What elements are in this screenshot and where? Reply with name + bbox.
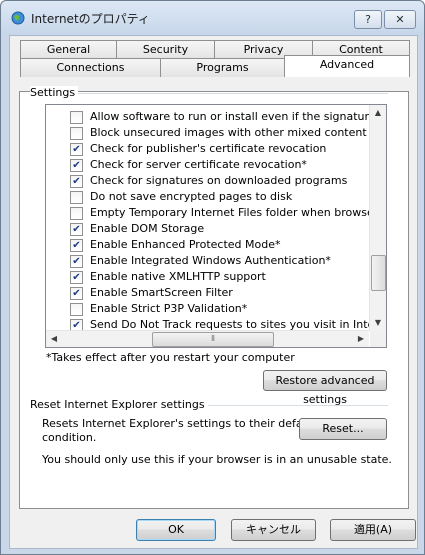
window-title: Internetのプロパティ — [31, 12, 150, 26]
reset-description-line1: Resets Internet Explorer's settings to t… — [42, 417, 317, 430]
tab-advanced[interactable]: Advanced — [284, 55, 410, 77]
apply-button[interactable]: 適用(A) — [330, 519, 416, 541]
vertical-scroll-thumb[interactable] — [371, 255, 386, 291]
checkbox[interactable] — [70, 191, 83, 204]
settings-listbox[interactable]: Allow software to run or install even if… — [45, 104, 387, 348]
help-button[interactable]: ? — [354, 10, 382, 29]
setting-item[interactable]: ✔ Enable native XMLHTTP support — [70, 269, 266, 285]
internet-globe-icon — [11, 11, 25, 25]
title-bar[interactable]: Internetのプロパティ ? ✕ — [1, 1, 424, 35]
settings-list-content: Allow software to run or install even if… — [46, 105, 369, 331]
tab-connections[interactable]: Connections — [20, 58, 161, 77]
setting-label: Enable DOM Storage — [90, 222, 205, 235]
setting-item[interactable]: Allow software to run or install even if… — [70, 109, 369, 125]
checkbox[interactable]: ✔ — [70, 271, 83, 284]
settings-separator — [75, 93, 388, 94]
setting-label: Do not save encrypted pages to disk — [90, 190, 293, 203]
horizontal-scrollbar[interactable]: ◀ ⦀ ▶ — [46, 330, 369, 347]
setting-item[interactable]: ✔ Enable Integrated Windows Authenticatio… — [70, 253, 331, 269]
reset-warning: You should only use this if your browser… — [42, 453, 392, 466]
setting-label: Block unsecured images with other mixed … — [90, 126, 367, 139]
checkbox[interactable] — [70, 127, 83, 140]
setting-item[interactable]: Block unsecured images with other mixed … — [70, 125, 367, 141]
scroll-left-arrow-icon[interactable]: ◀ — [46, 331, 62, 347]
checkbox[interactable]: ✔ — [70, 255, 83, 268]
checkbox[interactable] — [70, 303, 83, 316]
tab-general[interactable]: General — [20, 40, 117, 59]
checkbox[interactable] — [70, 207, 83, 220]
reset-separator — [190, 405, 388, 406]
setting-item[interactable]: Enable Strict P3P Validation* — [70, 301, 248, 317]
scroll-up-arrow-icon[interactable]: ▲ — [370, 105, 386, 121]
scroll-down-arrow-icon[interactable]: ▼ — [370, 315, 386, 331]
horizontal-scroll-thumb[interactable]: ⦀ — [152, 332, 274, 347]
checkbox[interactable]: ✔ — [70, 287, 83, 300]
reset-button[interactable]: Reset... — [299, 418, 387, 440]
setting-label: Enable Enhanced Protected Mode* — [90, 238, 281, 251]
setting-label: Check for server certificate revocation* — [90, 158, 307, 171]
setting-label: Enable Integrated Windows Authentication… — [90, 254, 331, 267]
checkbox[interactable]: ✔ — [70, 159, 83, 172]
checkbox[interactable] — [70, 111, 83, 124]
reset-group-label: Reset Internet Explorer settings — [30, 398, 208, 411]
setting-item[interactable]: ✔ Check for signatures on downloaded prog… — [70, 173, 348, 189]
scroll-right-arrow-icon[interactable]: ▶ — [353, 331, 369, 347]
restart-note: *Takes effect after you restart your com… — [46, 351, 295, 364]
tab-programs[interactable]: Programs — [160, 58, 285, 77]
setting-item[interactable]: ✔ Check for publisher's certificate revoc… — [70, 141, 327, 157]
setting-item[interactable]: Empty Temporary Internet Files folder wh… — [70, 205, 369, 221]
cancel-button[interactable]: キャンセル — [231, 519, 316, 541]
reset-description-line2: condition. — [42, 431, 97, 444]
scrollbar-corner — [370, 331, 386, 347]
setting-item[interactable]: ✔ Send Do Not Track requests to sites you… — [70, 317, 369, 331]
setting-label: Check for publisher's certificate revoca… — [90, 142, 327, 155]
setting-label: Allow software to run or install even if… — [90, 110, 369, 123]
setting-item[interactable]: ✔ Enable Enhanced Protected Mode* — [70, 237, 281, 253]
checkbox[interactable]: ✔ — [70, 143, 83, 156]
ok-button[interactable]: OK — [136, 519, 216, 541]
setting-item[interactable]: ✔ Check for server certificate revocation… — [70, 157, 307, 173]
close-button[interactable]: ✕ — [384, 10, 416, 29]
setting-item[interactable]: ✔ Enable DOM Storage — [70, 221, 205, 237]
setting-item[interactable]: ✔ Enable SmartScreen Filter — [70, 285, 233, 301]
checkbox[interactable]: ✔ — [70, 175, 83, 188]
setting-label: Check for signatures on downloaded progr… — [90, 174, 348, 187]
setting-label: Enable native XMLHTTP support — [90, 270, 266, 283]
checkbox[interactable]: ✔ — [70, 239, 83, 252]
vertical-scrollbar[interactable]: ▲ ▼ — [369, 105, 386, 331]
tab-security[interactable]: Security — [116, 40, 215, 59]
setting-label: Enable SmartScreen Filter — [90, 286, 233, 299]
setting-item[interactable]: Do not save encrypted pages to disk — [70, 189, 293, 205]
restore-advanced-settings-button[interactable]: Restore advanced settings — [263, 370, 387, 406]
checkbox[interactable]: ✔ — [70, 223, 83, 236]
setting-label: Empty Temporary Internet Files folder wh… — [90, 206, 369, 219]
settings-group-label: Settings — [30, 86, 79, 99]
setting-label: Enable Strict P3P Validation* — [90, 302, 248, 315]
